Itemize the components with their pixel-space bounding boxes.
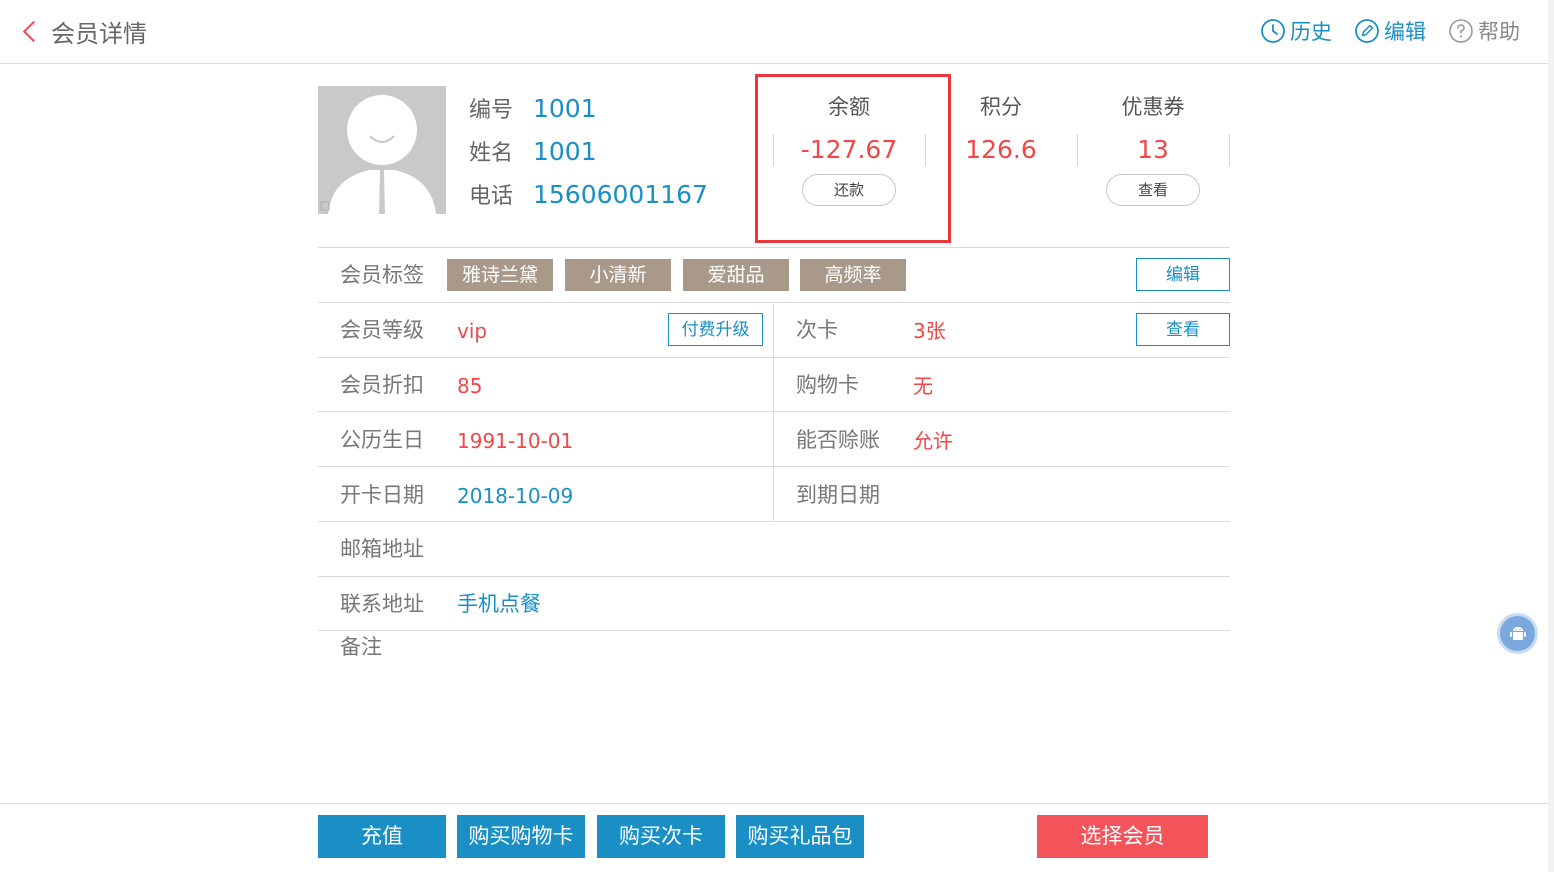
recharge-button[interactable]: 充值 (318, 815, 446, 858)
stat-divider (1229, 134, 1230, 166)
floating-assist-button[interactable] (1500, 616, 1535, 651)
history-label: 历史 (1290, 20, 1332, 44)
coupons-value: 13 (1137, 135, 1169, 164)
avatar-placeholder-icon (318, 86, 446, 214)
divider (318, 247, 1230, 248)
member-tag[interactable]: 雅诗兰黛 (447, 259, 553, 291)
divider (318, 466, 1230, 467)
tags-label: 会员标签 (340, 263, 424, 287)
column-divider (773, 302, 774, 521)
shopping-card-label: 购物卡 (796, 373, 859, 397)
divider (318, 630, 1230, 631)
buy-gift-pack-button[interactable]: 购买礼品包 (736, 815, 864, 858)
open-date-value: 2018-10-09 (457, 484, 574, 508)
buy-times-card-button[interactable]: 购买次卡 (597, 815, 725, 858)
avatar (318, 86, 446, 214)
shopping-card-value: 无 (913, 374, 933, 398)
open-date-label: 开卡日期 (340, 483, 424, 507)
edit-label: 编辑 (1384, 20, 1426, 44)
buy-shopping-card-button[interactable]: 购买购物卡 (457, 815, 585, 858)
edit-tags-button[interactable]: 编辑 (1136, 258, 1230, 291)
credit-label: 能否赊账 (796, 428, 880, 452)
address-label: 联系地址 (340, 592, 424, 616)
select-member-button[interactable]: 选择会员 (1037, 815, 1208, 858)
member-id-row: 编号 1001 (469, 91, 597, 125)
divider (318, 302, 1230, 303)
birthday-value: 1991-10-01 (457, 429, 574, 453)
discount-label: 会员折扣 (340, 373, 424, 397)
page-title: 会员详情 (51, 19, 147, 48)
view-coupons-button[interactable]: 查看 (1106, 174, 1200, 206)
member-name-value: 1001 (533, 136, 597, 166)
level-value: vip (457, 319, 488, 343)
level-label: 会员等级 (340, 318, 424, 342)
header-actions: 历史 编辑 帮助 (1238, 14, 1520, 48)
member-name-row: 姓名 1001 (469, 134, 597, 168)
divider (318, 521, 1230, 522)
coupons-label: 优惠券 (1121, 95, 1185, 119)
history-button[interactable]: 历史 (1260, 16, 1332, 46)
credit-value: 允许 (913, 429, 953, 453)
back-button[interactable]: 会员详情 (20, 14, 147, 48)
birthday-label: 公历生日 (340, 428, 424, 452)
coupons-stat: 优惠券 13 查看 (1077, 88, 1229, 206)
member-tag[interactable]: 小清新 (565, 259, 671, 291)
member-name-label: 姓名 (469, 141, 514, 166)
history-clock-icon (1261, 19, 1285, 43)
expire-date-label: 到期日期 (796, 483, 880, 507)
divider (318, 411, 1230, 412)
member-tag[interactable]: 高频率 (800, 259, 906, 291)
help-question-icon (1449, 19, 1473, 43)
back-chevron-icon (22, 20, 45, 42)
divider (318, 357, 1230, 358)
times-card-value: 3张 (913, 319, 946, 343)
member-phone-value: 15606001167 (533, 179, 708, 209)
stat-divider (1077, 134, 1078, 166)
view-times-card-button[interactable]: 查看 (1136, 313, 1230, 346)
address-value: 手机点餐 (457, 592, 541, 616)
edit-header-button[interactable]: 编辑 (1354, 16, 1426, 46)
email-label: 邮箱地址 (340, 537, 424, 561)
member-phone-label: 电话 (469, 184, 514, 209)
edit-pencil-icon (1355, 19, 1379, 43)
divider (318, 576, 1230, 577)
member-phone-row: 电话 15606001167 (469, 177, 708, 211)
help-label: 帮助 (1478, 20, 1520, 44)
times-card-label: 次卡 (796, 318, 838, 342)
discount-value: 85 (457, 374, 483, 398)
member-tag[interactable]: 爱甜品 (683, 259, 789, 291)
balance-highlight-box (755, 74, 951, 243)
member-id-value: 1001 (533, 93, 597, 123)
paid-upgrade-button[interactable]: 付费升级 (668, 313, 763, 346)
android-icon (1509, 626, 1526, 640)
remark-label: 备注 (340, 635, 382, 659)
header-bar: 会员详情 历史 编辑 帮助 (0, 0, 1548, 64)
help-button[interactable]: 帮助 (1448, 16, 1520, 46)
member-id-label: 编号 (469, 98, 514, 123)
scrollbar[interactable] (1548, 0, 1554, 872)
